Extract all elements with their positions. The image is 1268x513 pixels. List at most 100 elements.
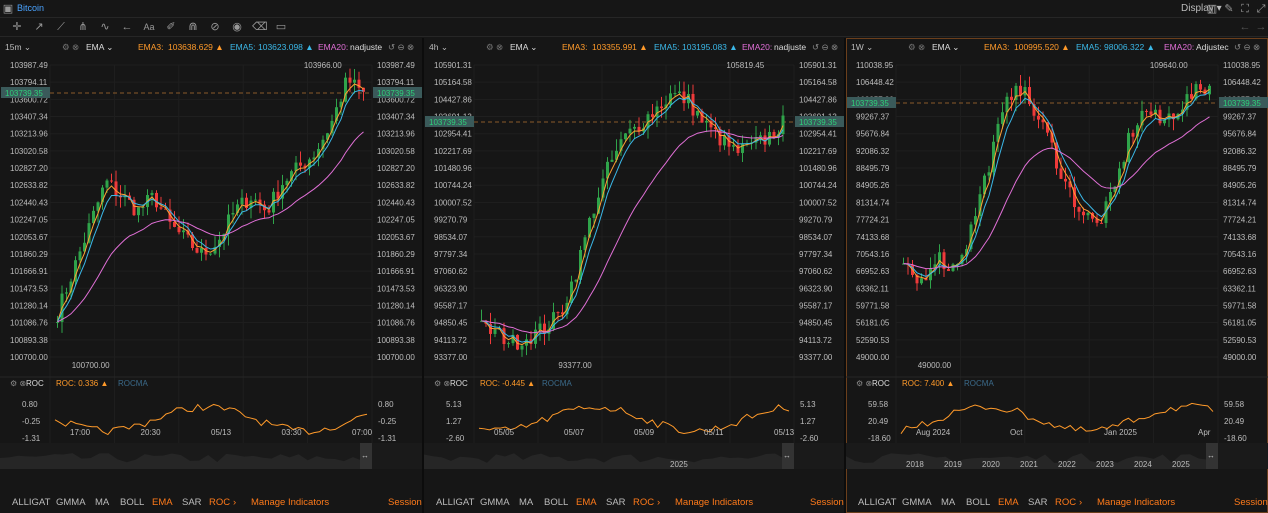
- candle: [267, 210, 271, 213]
- indicator-gmma[interactable]: GMMA: [902, 497, 932, 508]
- roc-value: ROC: -0.445 ▲: [480, 379, 535, 388]
- indicator-session[interactable]: Session: [388, 497, 422, 508]
- indicator-sar[interactable]: SAR: [182, 497, 202, 508]
- settings-icon[interactable]: ⚙ ⊗: [62, 42, 79, 53]
- timeframe-select[interactable]: 15m ⌄: [5, 42, 31, 53]
- ema5-value: 103623.098 ▲: [258, 42, 314, 52]
- indicator-roc[interactable]: ROC: [633, 497, 654, 508]
- text-icon[interactable]: Aa: [142, 20, 156, 34]
- indicator-ma[interactable]: MA: [95, 497, 109, 508]
- indicator-ema[interactable]: EMA: [998, 497, 1019, 508]
- indicator-ema[interactable]: EMA: [576, 497, 597, 508]
- time-tick: 03:30: [282, 428, 303, 437]
- indicator-select[interactable]: EMA ⌄: [932, 42, 959, 53]
- trash-icon[interactable]: ⌫: [252, 20, 268, 34]
- indicator--[interactable]: ›: [1079, 497, 1082, 508]
- indicator-select[interactable]: EMA ⌄: [86, 42, 113, 53]
- indicator-boll[interactable]: BOLL: [544, 497, 568, 508]
- indicator-session[interactable]: Session: [1234, 497, 1268, 508]
- ema5-label: EMA5:: [654, 42, 680, 52]
- navigator-handle-icon[interactable]: ↔: [1207, 451, 1215, 460]
- panel-controls-icon[interactable]: ↺ ⊖ ⊗: [812, 42, 838, 53]
- settings-icon[interactable]: ⚙ ⊗: [486, 42, 503, 53]
- price-tick-right: 102247.05: [377, 216, 415, 225]
- indicator-alligat[interactable]: ALLIGAT: [858, 497, 896, 508]
- candle: [1037, 115, 1040, 120]
- indicator-manage-indicators[interactable]: Manage Indicators: [675, 497, 753, 508]
- price-chart[interactable]: 103987.49 103987.49103794.11 103794.111036…: [0, 55, 422, 491]
- crosshair-icon[interactable]: ✛: [10, 20, 24, 34]
- timeframe-select[interactable]: 4h ⌄: [429, 42, 448, 53]
- indicator-gmma[interactable]: GMMA: [480, 497, 510, 508]
- drag-icon[interactable]: ↗: [32, 20, 46, 34]
- indicator-sar[interactable]: SAR: [1028, 497, 1048, 508]
- candle: [1149, 111, 1153, 115]
- indicator-roc[interactable]: ROC: [209, 497, 230, 508]
- candle: [78, 251, 82, 261]
- panel-controls-icon[interactable]: ↺ ⊖ ⊗: [388, 42, 414, 53]
- ema3-value: 103638.629 ▲: [168, 42, 224, 52]
- layout-icon[interactable]: ▥: [1205, 2, 1219, 16]
- chart-panel-15m[interactable]: 15m ⌄ ⚙ ⊗ EMA ⌄ EMA3: 103638.629 ▲ EMA5: 103…: [0, 38, 422, 513]
- chart-panel-4h[interactable]: 4h ⌄ ⚙ ⊗ EMA ⌄ EMA3: 103355.991 ▲ EMA5: 1031…: [424, 38, 844, 513]
- eye-icon[interactable]: ◉: [230, 20, 244, 34]
- trend-line-icon[interactable]: ⟋: [54, 20, 68, 34]
- timeframe-select[interactable]: 1W ⌄: [851, 42, 873, 53]
- roc-settings-icon[interactable]: ⚙ ⊗: [856, 379, 872, 388]
- layers-icon[interactable]: ▭: [274, 20, 288, 34]
- roc-settings-icon[interactable]: ⚙ ⊗: [434, 379, 450, 388]
- indicator-ema[interactable]: EMA: [152, 497, 173, 508]
- panel-separator[interactable]: [844, 38, 846, 513]
- price-tick-left: 52590.53: [856, 336, 890, 345]
- indicator--[interactable]: ›: [657, 497, 660, 508]
- price-tick-left: 94850.45: [434, 319, 468, 328]
- pencil-icon[interactable]: ✎: [1222, 2, 1236, 16]
- price-tick-right: 104427.86: [799, 95, 837, 104]
- navigator-handle-icon[interactable]: ↔: [783, 451, 791, 460]
- fullscreen-icon[interactable]: ⛶: [1238, 2, 1252, 16]
- roc-tick-right: 5.13: [800, 400, 816, 409]
- fork-icon[interactable]: ⋔: [76, 20, 90, 34]
- indicator-boll[interactable]: BOLL: [966, 497, 990, 508]
- magnet-icon[interactable]: ⋒: [186, 20, 200, 34]
- price-tick-right: 101473.53: [377, 284, 415, 293]
- year-tick: 2025: [670, 460, 688, 469]
- indicator-alligat[interactable]: ALLIGAT: [12, 497, 50, 508]
- symbol-title[interactable]: Bitcoin: [17, 3, 44, 13]
- price-tick-left: 101086.76: [10, 319, 48, 328]
- price-chart[interactable]: 110038.95110038.95106448.42106448.421028…: [846, 55, 1268, 491]
- time-tick: Apr: [1198, 428, 1211, 437]
- indicator-session[interactable]: Session: [810, 497, 844, 508]
- price-tick-left: 104427.86: [434, 95, 472, 104]
- indicator-gmma[interactable]: GMMA: [56, 497, 86, 508]
- redo-icon[interactable]: →: [1254, 20, 1268, 34]
- indicator-manage-indicators[interactable]: Manage Indicators: [1097, 497, 1175, 508]
- lock-icon[interactable]: ⊘: [208, 20, 222, 34]
- indicator-boll[interactable]: BOLL: [120, 497, 144, 508]
- ema3-label: EMA3:: [562, 42, 588, 52]
- settings-icon[interactable]: ⚙ ⊗: [908, 42, 925, 53]
- zigzag-icon[interactable]: ∿: [98, 20, 112, 34]
- price-tick-left: 102827.20: [10, 164, 48, 173]
- undo-icon[interactable]: ←: [1238, 20, 1252, 34]
- panel-separator[interactable]: [422, 38, 424, 513]
- price-chart[interactable]: 105901.31 105901.31 105164.58 105164.58 1044…: [424, 55, 844, 491]
- panel-controls-icon[interactable]: ↺ ⊖ ⊗: [1234, 42, 1260, 53]
- indicator-manage-indicators[interactable]: Manage Indicators: [251, 497, 329, 508]
- price-tick-right: 110038.95: [1223, 61, 1261, 70]
- indicator-ma[interactable]: MA: [941, 497, 955, 508]
- navigator-handle-icon[interactable]: ↔: [361, 451, 369, 460]
- indicator--[interactable]: ›: [233, 497, 236, 508]
- indicator-alligat[interactable]: ALLIGAT: [436, 497, 474, 508]
- arrow-icon[interactable]: ←: [120, 20, 134, 34]
- indicator-ma[interactable]: MA: [519, 497, 533, 508]
- chart-panel-1W[interactable]: 1W ⌄ ⚙ ⊗ EMA ⌄ EMA3: 100995.520 ▲ EMA5: 9800…: [846, 38, 1268, 513]
- maximize-icon[interactable]: ⤢: [1254, 2, 1268, 16]
- roc-settings-icon[interactable]: ⚙ ⊗: [10, 379, 26, 388]
- indicator-sar[interactable]: SAR: [606, 497, 626, 508]
- sidebar-toggle-icon[interactable]: ▣: [1, 2, 15, 16]
- indicator-roc[interactable]: ROC: [1055, 497, 1076, 508]
- price-tick-right: 102053.67: [377, 233, 415, 242]
- indicator-select[interactable]: EMA ⌄: [510, 42, 537, 53]
- brush-icon[interactable]: ✐: [164, 20, 178, 34]
